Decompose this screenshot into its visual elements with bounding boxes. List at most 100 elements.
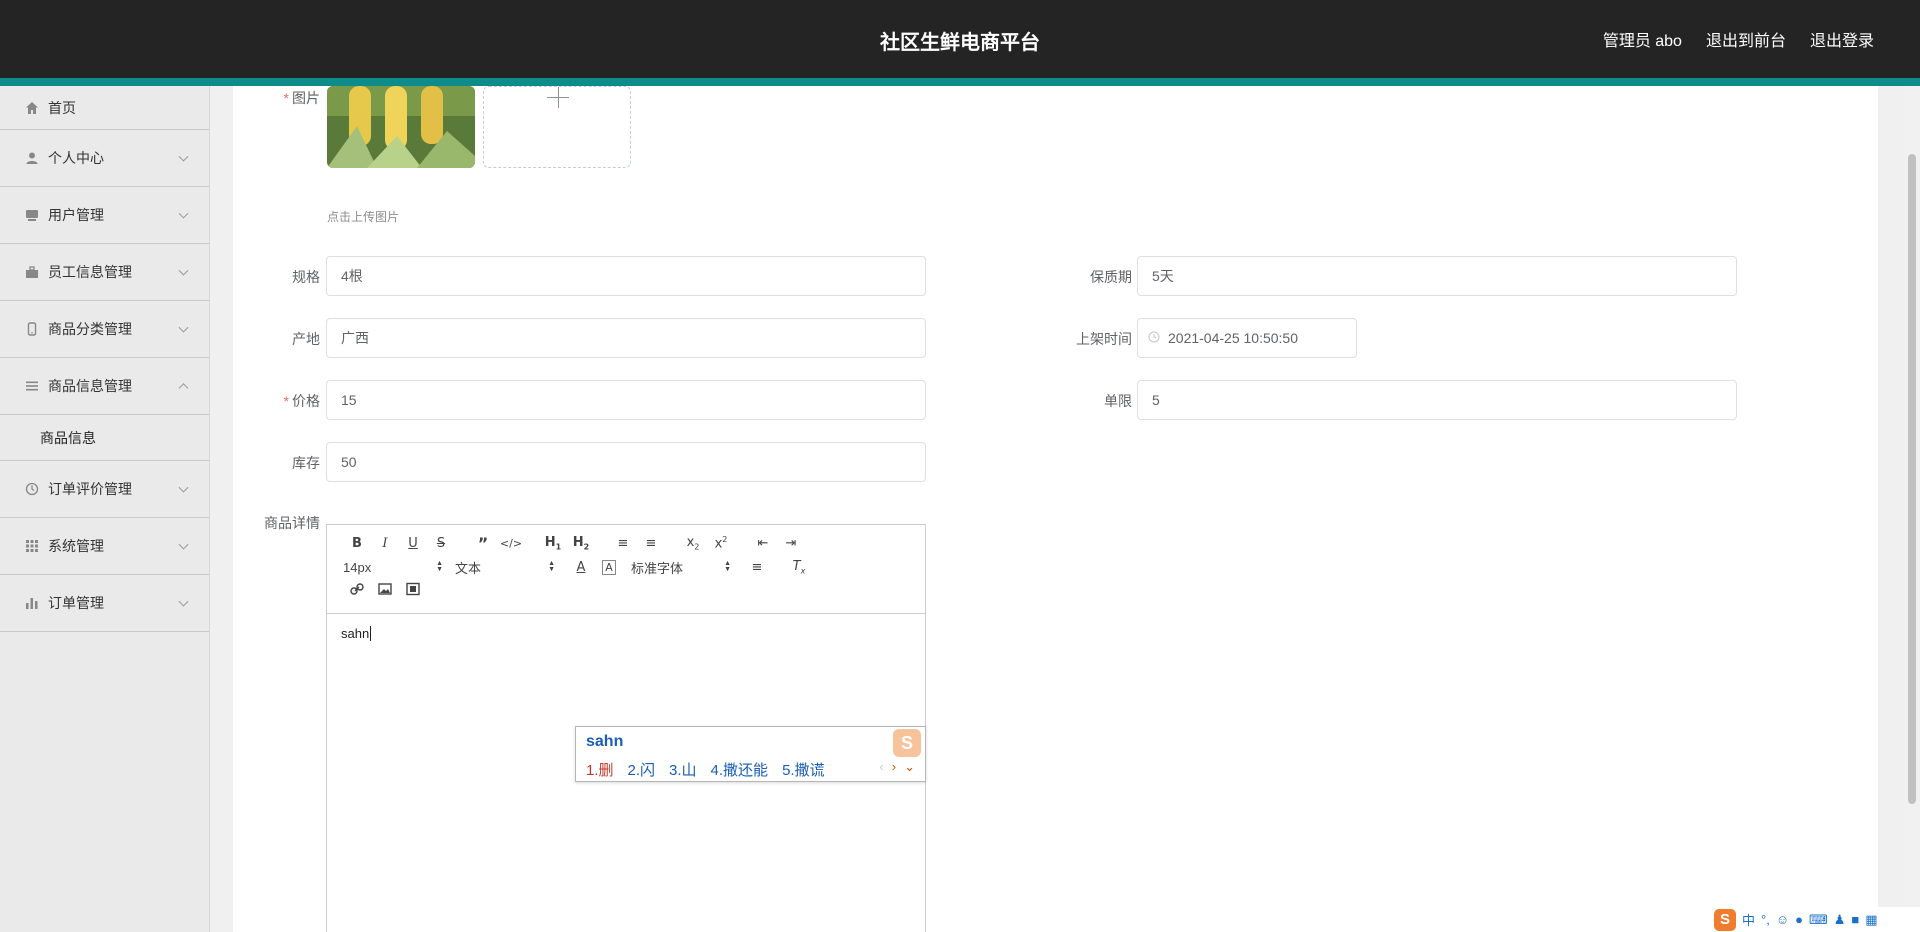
logout-link[interactable]: 退出登录 [1810, 27, 1874, 51]
image-upload-button[interactable] [483, 86, 631, 168]
editor-content[interactable]: sahn [327, 614, 925, 653]
shelf-life-label: 保质期 [1090, 269, 1132, 285]
quote-icon[interactable]: ” [469, 534, 497, 553]
strikethrough-icon[interactable]: S [427, 536, 455, 551]
chart-icon [24, 595, 40, 611]
h1-icon[interactable]: H1 [539, 535, 567, 552]
ime-candidate[interactable]: 2.闪 [628, 759, 656, 780]
sidebar-item-staff-management[interactable]: 员工信息管理 [0, 244, 209, 301]
sidebar-item-label: 系统管理 [48, 538, 104, 554]
limit-input[interactable]: 5 [1137, 380, 1737, 420]
grid-icon [24, 538, 40, 554]
font-color-icon[interactable]: A [567, 560, 595, 575]
ime-candidate[interactable]: 4.撒还能 [711, 759, 769, 780]
sidebar: 首页 个人中心 用户管理 员工信息管理 商品分类管理 商品信息管理 商品信息 订… [0, 86, 210, 932]
chevron-down-icon [178, 482, 189, 493]
indent-icon[interactable]: ⇥ [777, 536, 805, 551]
emoji-icon[interactable]: ☺ [1776, 912, 1789, 927]
scrollbar-thumb[interactable] [1908, 154, 1916, 804]
toolbar-row-3 [343, 581, 427, 601]
sidebar-item-system-management[interactable]: 系统管理 [0, 518, 209, 575]
chevron-down-icon [178, 151, 189, 162]
ordered-list-icon[interactable]: ≡ [609, 536, 637, 551]
video-icon[interactable] [399, 582, 427, 600]
sidebar-subitem-product-info[interactable]: 商品信息 [0, 415, 209, 461]
back-to-front-link[interactable]: 退出到前台 [1706, 27, 1786, 51]
stock-label: 库存 [292, 455, 320, 471]
ime-candidate[interactable]: 5.撒谎 [782, 759, 825, 780]
shelf-life-input[interactable]: 5天 [1137, 256, 1737, 296]
sogou-tray-icon[interactable]: S [1714, 908, 1736, 931]
listing-time-label: 上架时间 [1076, 331, 1132, 347]
chevron-left-icon[interactable]: ‹ [879, 759, 883, 775]
sidebar-item-label: 订单管理 [48, 595, 104, 611]
sidebar-item-order-review-management[interactable]: 订单评价管理 [0, 461, 209, 518]
ime-candidate-popup: sahn S 1.删 2.闪 3.山 4.撒还能 5.撒谎 ‹ › ⌄ [575, 726, 926, 782]
price-input[interactable]: 15 [326, 380, 926, 420]
listing-time-picker[interactable]: 2021-04-25 10:50:50 [1137, 318, 1357, 358]
font-size-select[interactable]: 14px ▲ ▼ [343, 560, 455, 575]
keyboard-icon[interactable]: ⌨ [1809, 912, 1828, 928]
spec-input[interactable]: 4根 [326, 256, 926, 296]
header-actions: 管理员 abo 退出到前台 退出登录 [1603, 27, 1874, 51]
underline-icon[interactable]: U [399, 536, 427, 551]
ime-candidate[interactable]: 1.删 [586, 759, 614, 780]
sidebar-item-label: 订单评价管理 [48, 481, 132, 497]
ime-candidates: 1.删 2.闪 3.山 4.撒还能 5.撒谎 [586, 759, 825, 780]
sidebar-item-label: 员工信息管理 [48, 264, 132, 280]
clock-icon [1148, 330, 1160, 346]
user-tray-icon[interactable]: ♟ [1834, 912, 1846, 928]
main-content: * 图片 点击上传图片 规格 4根 保质期 5天 产地 广西 上架时间 2021-… [233, 86, 1878, 932]
sidebar-item-personal-center[interactable]: 个人中心 [0, 130, 209, 187]
sidebar-item-label: 商品分类管理 [48, 321, 132, 337]
ime-punct-indicator[interactable]: °, [1761, 912, 1770, 927]
chevron-down-icon [178, 322, 189, 333]
limit-label: 单限 [1104, 393, 1132, 409]
background-color-icon[interactable]: A [602, 559, 616, 575]
stock-input[interactable]: 50 [326, 442, 926, 482]
block-type-select[interactable]: 文本 ▲ ▼ [455, 558, 567, 577]
admin-user-label[interactable]: 管理员 abo [1603, 27, 1682, 51]
sidebar-item-product-management[interactable]: 商品信息管理 [0, 358, 209, 415]
chevron-down-icon[interactable]: ⌄ [904, 759, 915, 775]
link-icon[interactable] [343, 582, 371, 600]
toolbox-icon[interactable]: ▦ [1865, 912, 1877, 928]
font-family-select[interactable]: 标准字体 ▲ ▼ [631, 558, 743, 577]
chevron-right-icon[interactable]: › [892, 759, 896, 775]
price-label: * 价格 [283, 393, 320, 409]
subscript-icon[interactable]: x2 [679, 535, 707, 552]
listing-time-value: 2021-04-25 10:50:50 [1168, 330, 1298, 346]
top-header: 社区生鲜电商平台 管理员 abo 退出到前台 退出登录 [0, 0, 1920, 78]
align-icon[interactable]: ≡ [743, 560, 771, 575]
product-image-thumbnail[interactable] [327, 86, 475, 168]
origin-label: 产地 [292, 331, 320, 347]
origin-input[interactable]: 广西 [326, 318, 926, 358]
code-icon[interactable]: </> [497, 537, 525, 550]
chevron-down-icon [178, 208, 189, 219]
h2-icon[interactable]: H2 [567, 535, 595, 552]
microphone-icon[interactable]: ● [1795, 912, 1803, 927]
italic-icon[interactable]: I [371, 536, 399, 551]
image-icon[interactable] [371, 582, 399, 600]
chevron-down-icon [178, 265, 189, 276]
toolbar-row-1: B I U S ” </> H1 H2 ≡ ≡ x2 x2 ⇤ ⇥ [343, 533, 805, 553]
clear-format-icon[interactable]: Tx [785, 559, 813, 576]
ime-pinyin: sahn [586, 733, 624, 750]
superscript-icon[interactable]: x2 [707, 535, 735, 551]
ime-tray: S 中 °, ☺ ● ⌨ ♟ ■ ▦ [1708, 907, 1920, 932]
user-icon [24, 150, 40, 166]
outdent-icon[interactable]: ⇤ [749, 536, 777, 551]
sidebar-item-user-management[interactable]: 用户管理 [0, 187, 209, 244]
select-arrows-icon: ▲ ▼ [548, 560, 555, 573]
bullet-list-icon[interactable]: ≡ [637, 536, 665, 551]
editor-text: sahn [341, 626, 370, 641]
sidebar-item-category-management[interactable]: 商品分类管理 [0, 301, 209, 358]
skin-icon[interactable]: ■ [1851, 912, 1859, 927]
sidebar-item-label: 用户管理 [48, 207, 104, 223]
ime-candidate[interactable]: 3.山 [669, 759, 697, 780]
sidebar-item-order-management[interactable]: 订单管理 [0, 575, 209, 632]
ime-lang-indicator[interactable]: 中 [1742, 910, 1755, 929]
sidebar-item-home[interactable]: 首页 [0, 86, 209, 130]
bold-icon[interactable]: B [343, 536, 371, 551]
page-scrollbar[interactable] [1904, 86, 1920, 932]
